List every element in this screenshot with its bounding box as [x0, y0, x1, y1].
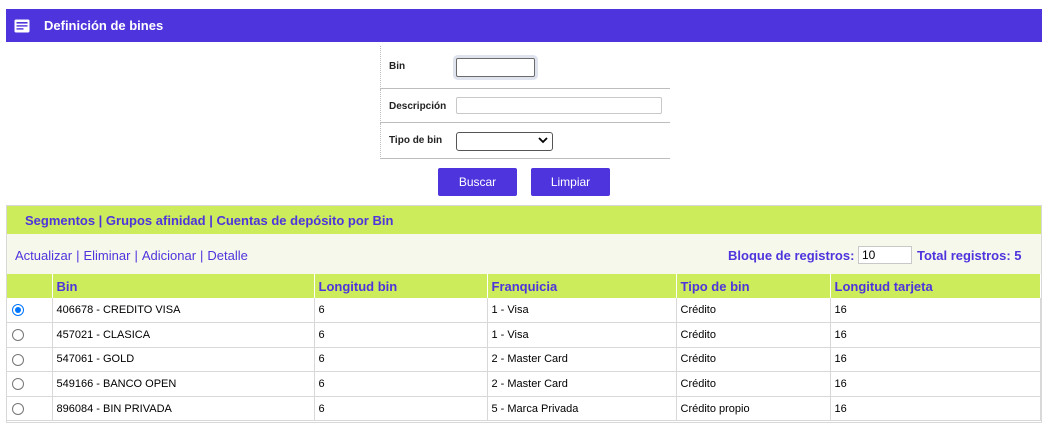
cell-tipo-bin: Crédito: [676, 298, 831, 324]
cell-longitud-tarjeta: 16: [830, 371, 1041, 397]
row-radio[interactable]: [12, 402, 24, 415]
cell-tipo-bin: Crédito: [676, 347, 831, 373]
descripcion-label: Descripción: [389, 101, 447, 112]
cell-bin: 547061 - GOLD: [52, 347, 315, 373]
cell-longitud-bin: 6: [314, 347, 488, 373]
cell-bin: 549166 - BANCO OPEN: [52, 371, 315, 397]
cell-longitud-bin: 6: [314, 396, 488, 422]
column-header-tipo-bin[interactable]: Tipo de bin: [676, 274, 831, 298]
card-icon: [14, 19, 30, 33]
title-bar: Definición de bines: [6, 9, 1042, 42]
row-radio[interactable]: [12, 328, 24, 341]
page-title: Definición de bines: [44, 18, 164, 33]
tipo-label: Tipo de bin: [389, 135, 443, 146]
bin-row: Bin: [380, 46, 670, 89]
actualizar-link[interactable]: Actualizar: [15, 248, 72, 263]
cell-franquicia: 2 - Master Card: [487, 347, 677, 373]
bin-input[interactable]: [456, 58, 535, 77]
related-links[interactable]: Segmentos | Grupos afinidad | Cuentas de…: [7, 206, 1041, 234]
table-row[interactable]: 406678 - CREDITO VISA 6 1 - Visa Crédito…: [7, 298, 1041, 324]
column-header-longitud-tarjeta[interactable]: Longitud tarjeta: [830, 274, 1041, 298]
descripcion-row: Descripción: [380, 89, 670, 123]
cell-longitud-bin: 6: [314, 371, 488, 397]
separator: |: [76, 248, 80, 263]
actions-bar: Actualizar | Eliminar | Adicionar | Deta…: [7, 234, 1041, 274]
column-header-franquicia[interactable]: Franquicia: [487, 274, 677, 298]
row-radio[interactable]: [12, 353, 24, 366]
cell-tipo-bin: Crédito propio: [676, 396, 831, 422]
table-row[interactable]: 549166 - BANCO OPEN 6 2 - Master Card Cr…: [7, 371, 1041, 397]
action-links: Actualizar | Eliminar | Adicionar | Deta…: [15, 248, 248, 263]
cell-longitud-tarjeta: 16: [830, 298, 1041, 324]
cell-longitud-tarjeta: 16: [830, 322, 1041, 348]
buscar-button[interactable]: Buscar: [438, 168, 517, 196]
column-header-longitud-bin[interactable]: Longitud bin: [314, 274, 488, 298]
bin-label: Bin: [389, 61, 406, 72]
cell-tipo-bin: Crédito: [676, 371, 831, 397]
row-radio-selected[interactable]: [12, 304, 24, 317]
limpiar-button[interactable]: Limpiar: [531, 168, 610, 196]
detalle-link[interactable]: Detalle: [207, 248, 247, 263]
cell-longitud-bin: 6: [314, 322, 488, 348]
chevron-down-icon: [538, 135, 548, 148]
cell-bin: 406678 - CREDITO VISA: [52, 298, 315, 324]
cell-tipo-bin: Crédito: [676, 322, 831, 348]
adicionar-link[interactable]: Adicionar: [142, 248, 196, 263]
table-row[interactable]: 457021 - CLASICA 6 1 - Visa Crédito 16: [7, 322, 1041, 348]
cell-franquicia: 1 - Visa: [487, 298, 677, 324]
cell-longitud-tarjeta: 16: [830, 347, 1041, 373]
table-header-row: Bin Longitud bin Franquicia Tipo de bin …: [7, 274, 1041, 298]
cell-franquicia: 5 - Marca Privada: [487, 396, 677, 422]
bloque-label: Bloque de registros:: [728, 248, 855, 263]
tipo-select[interactable]: [456, 132, 553, 151]
table-row[interactable]: 547061 - GOLD 6 2 - Master Card Crédito …: [7, 347, 1041, 373]
cell-franquicia: 2 - Master Card: [487, 371, 677, 397]
bines-table: Bin Longitud bin Franquicia Tipo de bin …: [7, 274, 1041, 422]
cell-bin: 896084 - BIN PRIVADA: [52, 396, 315, 422]
results-panel: Segmentos | Grupos afinidad | Cuentas de…: [6, 205, 1042, 423]
cell-bin: 457021 - CLASICA: [52, 322, 315, 348]
select-column-header: [7, 274, 53, 298]
tipo-row: Tipo de bin: [380, 123, 670, 159]
separator: |: [200, 248, 204, 263]
row-radio[interactable]: [12, 378, 24, 391]
column-header-bin[interactable]: Bin: [52, 274, 315, 298]
cell-longitud-tarjeta: 16: [830, 396, 1041, 422]
search-form: Bin Descripción Tipo de bin: [380, 46, 670, 159]
descripcion-input[interactable]: [456, 97, 662, 114]
cell-franquicia: 1 - Visa: [487, 322, 677, 348]
eliminar-link[interactable]: Eliminar: [83, 248, 130, 263]
total-registros: Total registros: 5: [917, 248, 1022, 263]
bloque-input[interactable]: 10: [858, 246, 912, 264]
table-row[interactable]: 896084 - BIN PRIVADA 6 5 - Marca Privada…: [7, 396, 1041, 422]
cell-longitud-bin: 6: [314, 298, 488, 324]
separator: |: [134, 248, 138, 263]
